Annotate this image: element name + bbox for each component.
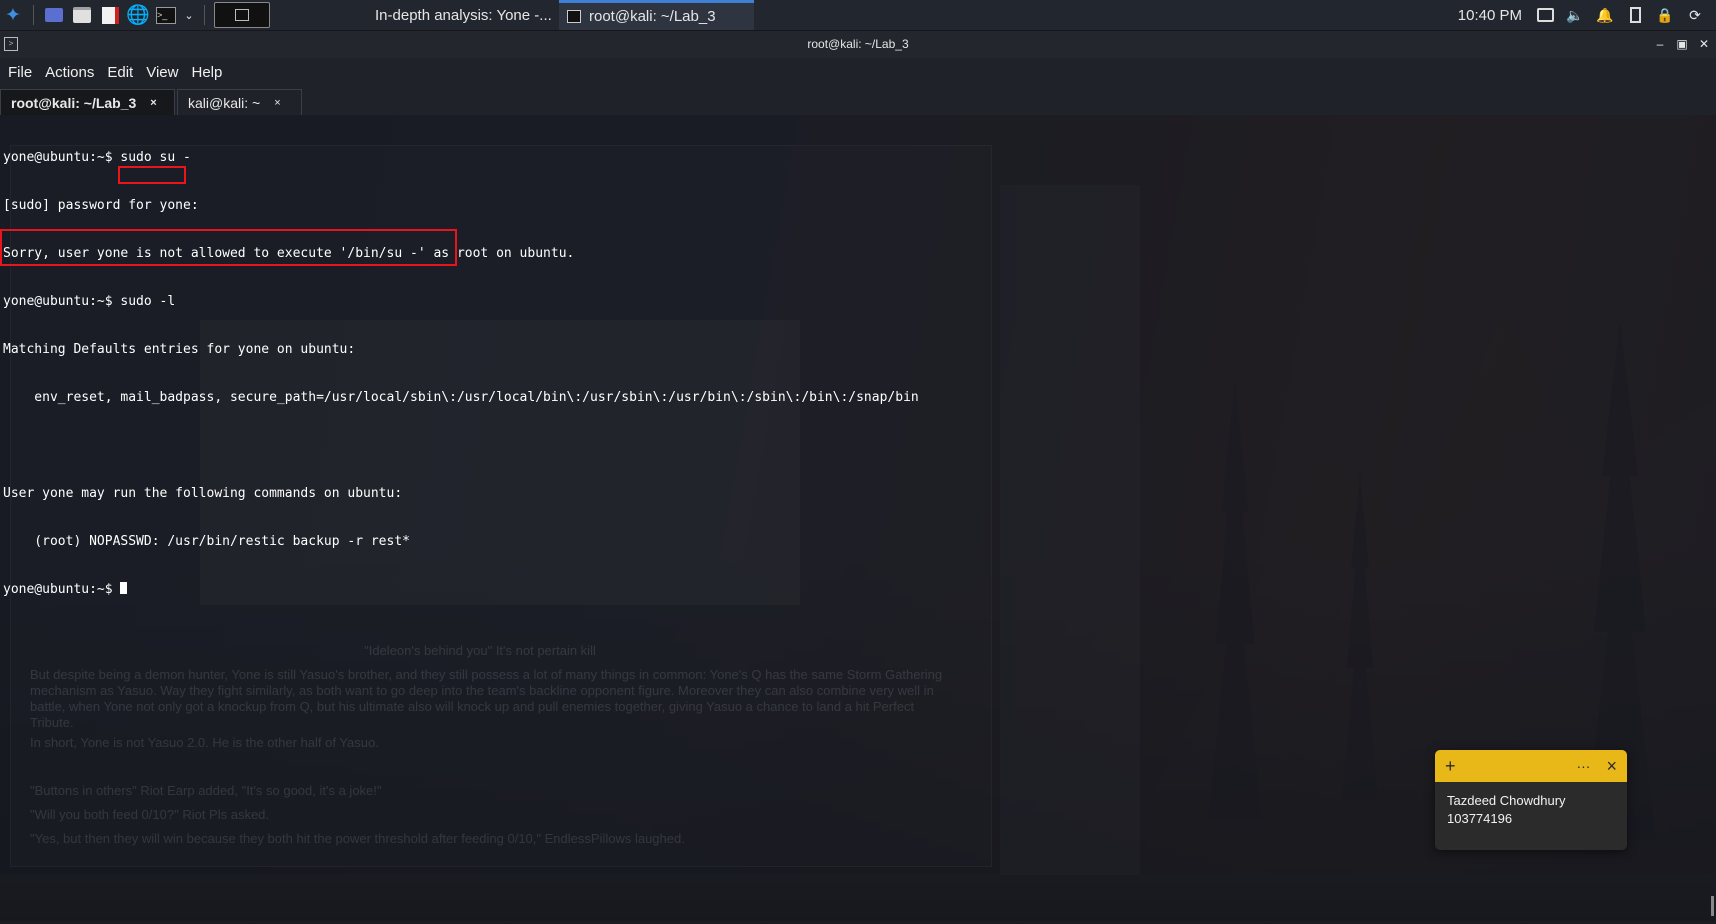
- terminal-line: yone@ubuntu:~$ sudo -l: [3, 294, 176, 309]
- ghost-paragraph: But despite being a demon hunter, Yone i…: [30, 667, 943, 730]
- ghost-paragraph: "Yes, but then they will win because the…: [30, 831, 685, 846]
- chevron-down-icon[interactable]: ⌄: [183, 4, 195, 26]
- ghost-paragraph: "Will you both feed 0/10?" Riot Pls aske…: [30, 807, 270, 822]
- taskbar-item-browser[interactable]: In-depth analysis: Yone -...: [359, 0, 559, 30]
- show-desktop-icon[interactable]: [214, 2, 270, 28]
- highlight-sudo-permissions: [0, 229, 457, 266]
- workspace-icon[interactable]: [43, 4, 65, 26]
- sticky-note[interactable]: + ··· × Tazdeed Chowdhury 103774196: [1435, 750, 1627, 850]
- close-icon[interactable]: ✕: [1698, 31, 1710, 58]
- close-icon[interactable]: ×: [1606, 756, 1617, 777]
- tab-root-lab3[interactable]: root@kali: ~/Lab_3 ×: [0, 89, 175, 115]
- terminal-line: (root) NOPASSWD: /usr/bin/restic backup …: [3, 534, 410, 549]
- menu-bar: File Actions Edit View Help: [0, 58, 1716, 87]
- terminal-icon: [567, 10, 581, 23]
- window-title-bar[interactable]: > root@kali: ~/Lab_3 – ▣ ✕: [0, 31, 1716, 58]
- tab-label: kali@kali: ~: [188, 94, 261, 111]
- maximize-icon[interactable]: ▣: [1676, 31, 1688, 58]
- minimize-icon[interactable]: –: [1654, 31, 1666, 58]
- ghost-sidebar: [1000, 185, 1140, 875]
- tab-close-icon[interactable]: ×: [274, 97, 280, 109]
- terminal-launcher-icon[interactable]: >_: [155, 4, 177, 26]
- add-note-icon[interactable]: +: [1445, 756, 1456, 777]
- sticky-note-body[interactable]: Tazdeed Chowdhury 103774196: [1435, 782, 1627, 838]
- terminal-text: yone@ubuntu:~$ sudo su - [sudo] password…: [3, 118, 919, 630]
- lock-screen-icon[interactable]: 🔒: [1655, 4, 1675, 26]
- tab-bar: root@kali: ~/Lab_3 × kali@kali: ~ ×: [0, 87, 1716, 115]
- terminal-cursor: [120, 582, 128, 594]
- menu-file[interactable]: File: [8, 64, 32, 81]
- display-icon[interactable]: [1535, 4, 1555, 26]
- terminal-line: Matching Defaults entries for yone on ub…: [3, 342, 356, 357]
- panel-tray: 10:40 PM 🔈 🔔 🔒 ⟳: [1458, 0, 1710, 30]
- sticky-note-line: Tazdeed Chowdhury: [1447, 793, 1566, 808]
- terminal-line: User yone may run the following commands…: [3, 486, 403, 501]
- clock[interactable]: 10:40 PM: [1458, 7, 1522, 24]
- menu-actions[interactable]: Actions: [45, 64, 94, 81]
- power-icon[interactable]: ⟳: [1685, 4, 1705, 26]
- taskbar-item-label: root@kali: ~/Lab_3: [589, 8, 716, 25]
- terminal-prompt: yone@ubuntu:~$: [3, 582, 121, 597]
- more-options-icon[interactable]: ···: [1576, 758, 1590, 774]
- scrollbar-handle[interactable]: [1711, 896, 1714, 916]
- highlight-sudo-l: [118, 166, 186, 184]
- kali-menu-icon[interactable]: ✦: [2, 4, 24, 26]
- battery-icon[interactable]: [1625, 4, 1645, 26]
- menu-edit[interactable]: Edit: [107, 64, 133, 81]
- tab-label: root@kali: ~/Lab_3: [11, 94, 137, 111]
- files-icon[interactable]: [71, 4, 93, 26]
- window-menu-icon[interactable]: >: [4, 37, 18, 51]
- menu-view[interactable]: View: [146, 64, 178, 81]
- panel-launchers: ✦ 🌐 >_ ⌄: [0, 0, 273, 30]
- terminal-line: yone@ubuntu:~$ sudo su -: [3, 150, 191, 165]
- tab-kali-home[interactable]: kali@kali: ~ ×: [177, 89, 302, 115]
- web-browser-icon[interactable]: 🌐: [126, 4, 150, 26]
- window-controls: – ▣ ✕: [1654, 31, 1710, 58]
- window-title: root@kali: ~/Lab_3: [807, 37, 909, 51]
- text-editor-icon[interactable]: [99, 4, 121, 26]
- tab-close-icon[interactable]: ×: [150, 97, 156, 109]
- ghost-caption: "Ideleon's behind you" It's not pertain …: [364, 643, 596, 658]
- taskbar-item-label: In-depth analysis: Yone -...: [375, 6, 552, 24]
- sticky-note-header: + ··· ×: [1435, 750, 1627, 782]
- sticky-note-line: 103774196: [1447, 811, 1513, 826]
- menu-help[interactable]: Help: [191, 64, 222, 81]
- ghost-paragraph: "Buttons in others" Riot Earp added, "It…: [30, 783, 382, 798]
- terminal-line: [sudo] password for yone:: [3, 198, 199, 213]
- terminal-line: env_reset, mail_badpass, secure_path=/us…: [3, 390, 919, 405]
- volume-icon[interactable]: 🔈: [1565, 4, 1585, 26]
- taskbar-item-terminal[interactable]: root@kali: ~/Lab_3: [559, 0, 754, 30]
- terminal-prompt-line: yone@ubuntu:~$: [3, 582, 919, 598]
- panel-separator: [33, 5, 34, 25]
- ghost-paragraph: In short, Yone is not Yasuo 2.0. He is t…: [30, 735, 379, 750]
- sticky-note-actions: ··· ×: [1576, 756, 1617, 777]
- panel-separator: [204, 5, 205, 25]
- notifications-bell-icon[interactable]: 🔔: [1595, 4, 1615, 26]
- top-panel: ✦ 🌐 >_ ⌄ In-depth analysis: Yone -... ro…: [0, 0, 1716, 31]
